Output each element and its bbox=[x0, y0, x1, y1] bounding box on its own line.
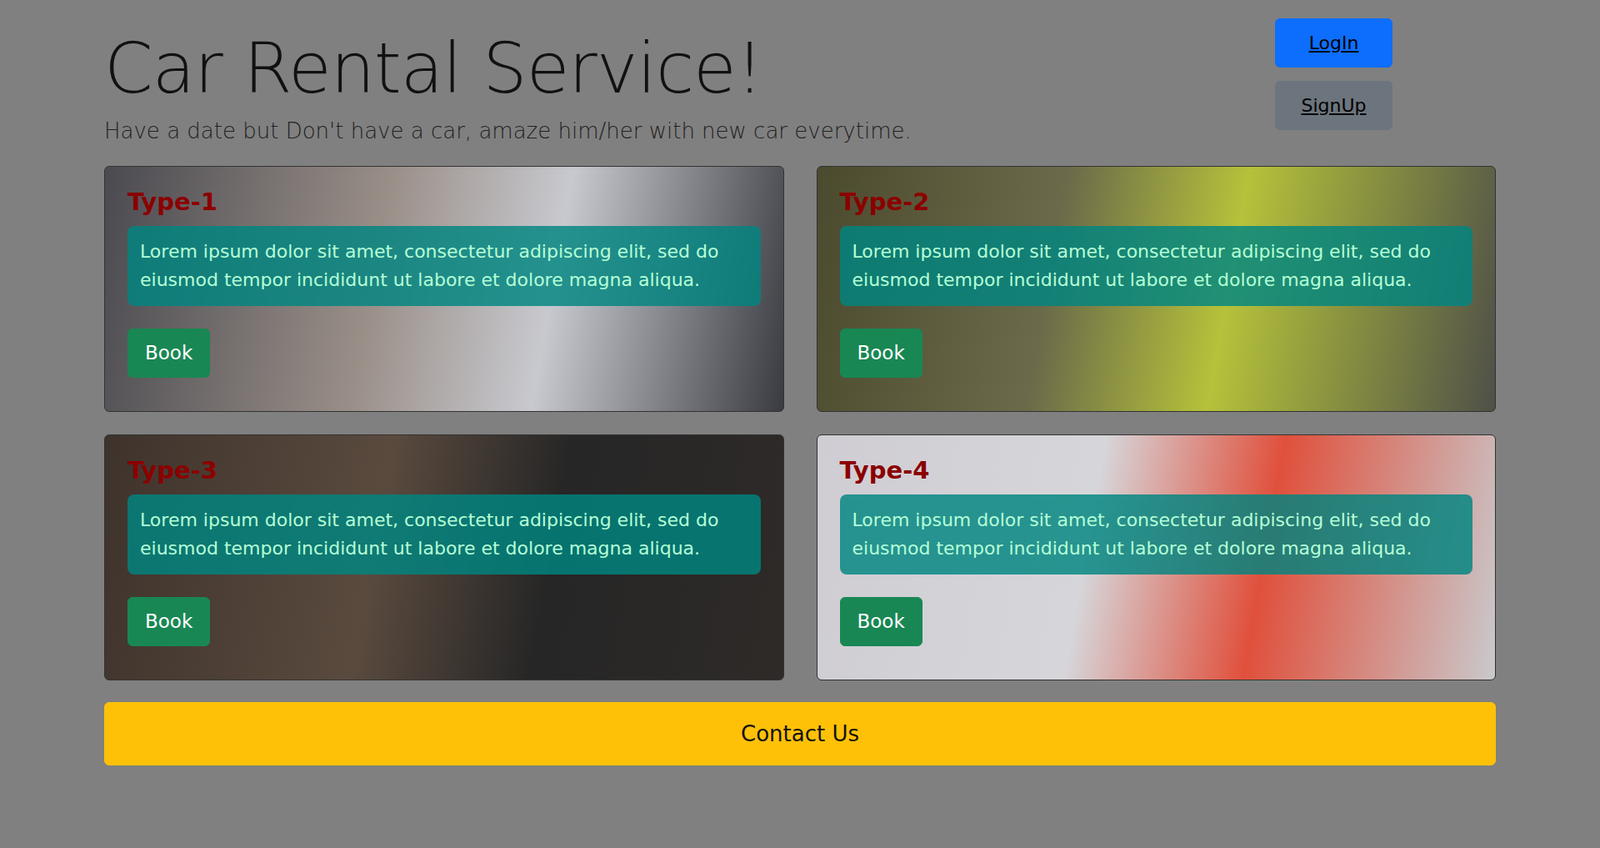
car-card-body: Type-1 Lorem ipsum dolor sit amet, consec… bbox=[105, 166, 784, 400]
car-card-body: Type-4 Lorem ipsum dolor sit amet, consec… bbox=[817, 435, 1496, 668]
car-card-body: Type-3 Lorem ipsum dolor sit amet, consec… bbox=[105, 435, 784, 668]
page: Car Rental Service! Have a date but Don't… bbox=[104, 0, 1496, 782]
contact-button[interactable]: Contact Us bbox=[104, 701, 1496, 765]
car-title: Type-3 bbox=[127, 455, 761, 485]
auth-buttons: LogIn SignUp bbox=[1275, 18, 1393, 130]
car-description: Lorem ipsum dolor sit amet, consectetur … bbox=[840, 494, 1474, 575]
page-title: Car Rental Service! bbox=[104, 30, 912, 107]
book-button[interactable]: Book bbox=[840, 328, 923, 378]
header: Car Rental Service! Have a date but Don't… bbox=[104, 18, 1496, 148]
car-title: Type-1 bbox=[127, 186, 761, 217]
book-button[interactable]: Book bbox=[127, 596, 210, 646]
hero: Car Rental Service! Have a date but Don't… bbox=[104, 18, 912, 148]
car-card: Type-3 Lorem ipsum dolor sit amet, consec… bbox=[104, 434, 785, 680]
car-card: Type-1 Lorem ipsum dolor sit amet, consec… bbox=[104, 165, 785, 412]
book-button[interactable]: Book bbox=[127, 328, 210, 378]
car-description: Lorem ipsum dolor sit amet, consectetur … bbox=[127, 494, 761, 575]
car-card: Type-2 Lorem ipsum dolor sit amet, consec… bbox=[816, 165, 1497, 412]
car-card-body: Type-2 Lorem ipsum dolor sit amet, consec… bbox=[817, 166, 1496, 400]
car-card: Type-4 Lorem ipsum dolor sit amet, consec… bbox=[816, 434, 1497, 680]
car-grid: Type-1 Lorem ipsum dolor sit amet, consec… bbox=[104, 165, 1496, 680]
signup-button[interactable]: SignUp bbox=[1275, 80, 1393, 130]
page-subtitle: Have a date but Don't have a car, amaze … bbox=[104, 115, 912, 148]
car-description: Lorem ipsum dolor sit amet, consectetur … bbox=[127, 225, 761, 306]
car-description: Lorem ipsum dolor sit amet, consectetur … bbox=[840, 225, 1474, 306]
login-button[interactable]: LogIn bbox=[1275, 18, 1393, 68]
car-title: Type-4 bbox=[840, 455, 1474, 485]
car-title: Type-2 bbox=[840, 186, 1474, 217]
book-button[interactable]: Book bbox=[840, 596, 923, 646]
